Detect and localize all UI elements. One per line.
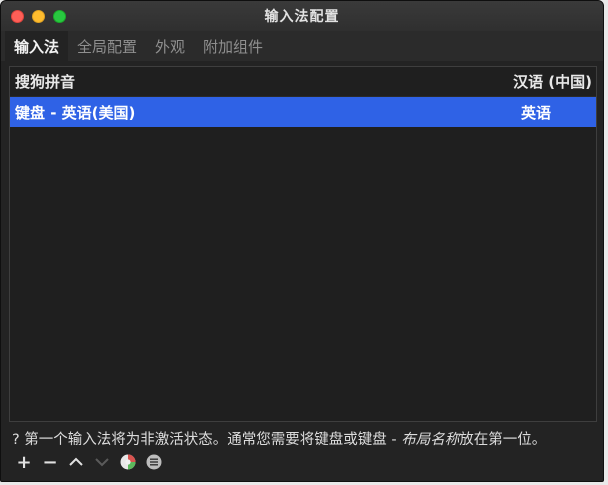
chevron-up-icon xyxy=(69,457,83,466)
move-up-button[interactable] xyxy=(67,452,85,472)
move-down-button[interactable] xyxy=(93,452,111,472)
tab-addons[interactable]: 附加组件 xyxy=(194,31,272,61)
menu-icon xyxy=(146,454,162,470)
window-controls xyxy=(11,10,66,23)
hint-emphasis: 布局名称 xyxy=(401,432,460,448)
list-item-keyboard-us[interactable]: 键盘 - 英语(美国) 英语 xyxy=(10,97,596,127)
chevron-down-icon xyxy=(95,458,109,467)
input-method-list[interactable]: 搜狗拼音 汉语 (中国) 键盘 - 英语(美国) 英语 xyxy=(9,66,597,422)
plus-icon: + xyxy=(16,451,32,473)
configure-icon xyxy=(120,454,136,470)
configure-input-method-button[interactable] xyxy=(119,452,137,472)
remove-input-method-button[interactable]: − xyxy=(41,451,59,473)
input-method-menu-button[interactable] xyxy=(145,452,163,472)
window-title: 输入法配置 xyxy=(264,9,340,25)
tab-appearance[interactable]: 外观 xyxy=(146,31,194,61)
tab-bar: 输入法 全局配置 外观 附加组件 xyxy=(1,31,603,61)
close-window-button[interactable] xyxy=(11,10,24,23)
input-method-config-window: 输入法配置 输入法 全局配置 外观 附加组件 搜狗拼音 汉语 (中国) 键盘 -… xyxy=(0,0,604,482)
tab-global-config[interactable]: 全局配置 xyxy=(68,31,146,61)
list-item-language: 英语 xyxy=(520,103,551,122)
tab-input-methods[interactable]: 输入法 xyxy=(5,31,69,61)
list-toolbar: + − xyxy=(15,451,163,473)
hint-suffix: 放在第一位。 xyxy=(459,432,547,448)
minus-icon: − xyxy=(42,451,58,473)
hint-prefix: ? 第一个输入法将为非激活状态。通常您需要将键盘或键盘 - xyxy=(12,432,402,448)
hint-text: ? 第一个输入法将为非激活状态。通常您需要将键盘或键盘 - 布局名称放在第一位。 xyxy=(12,428,546,449)
titlebar: 输入法配置 xyxy=(1,1,603,31)
add-input-method-button[interactable]: + xyxy=(15,451,33,473)
minimize-window-button[interactable] xyxy=(32,10,45,23)
list-item-name: 键盘 - 英语(美国) xyxy=(15,103,136,122)
list-item-name: 搜狗拼音 xyxy=(15,73,76,91)
maximize-window-button[interactable] xyxy=(53,10,66,23)
list-item-language: 汉语 (中国) xyxy=(513,73,592,91)
list-item-sogou-pinyin[interactable]: 搜狗拼音 汉语 (中国) xyxy=(10,67,596,97)
